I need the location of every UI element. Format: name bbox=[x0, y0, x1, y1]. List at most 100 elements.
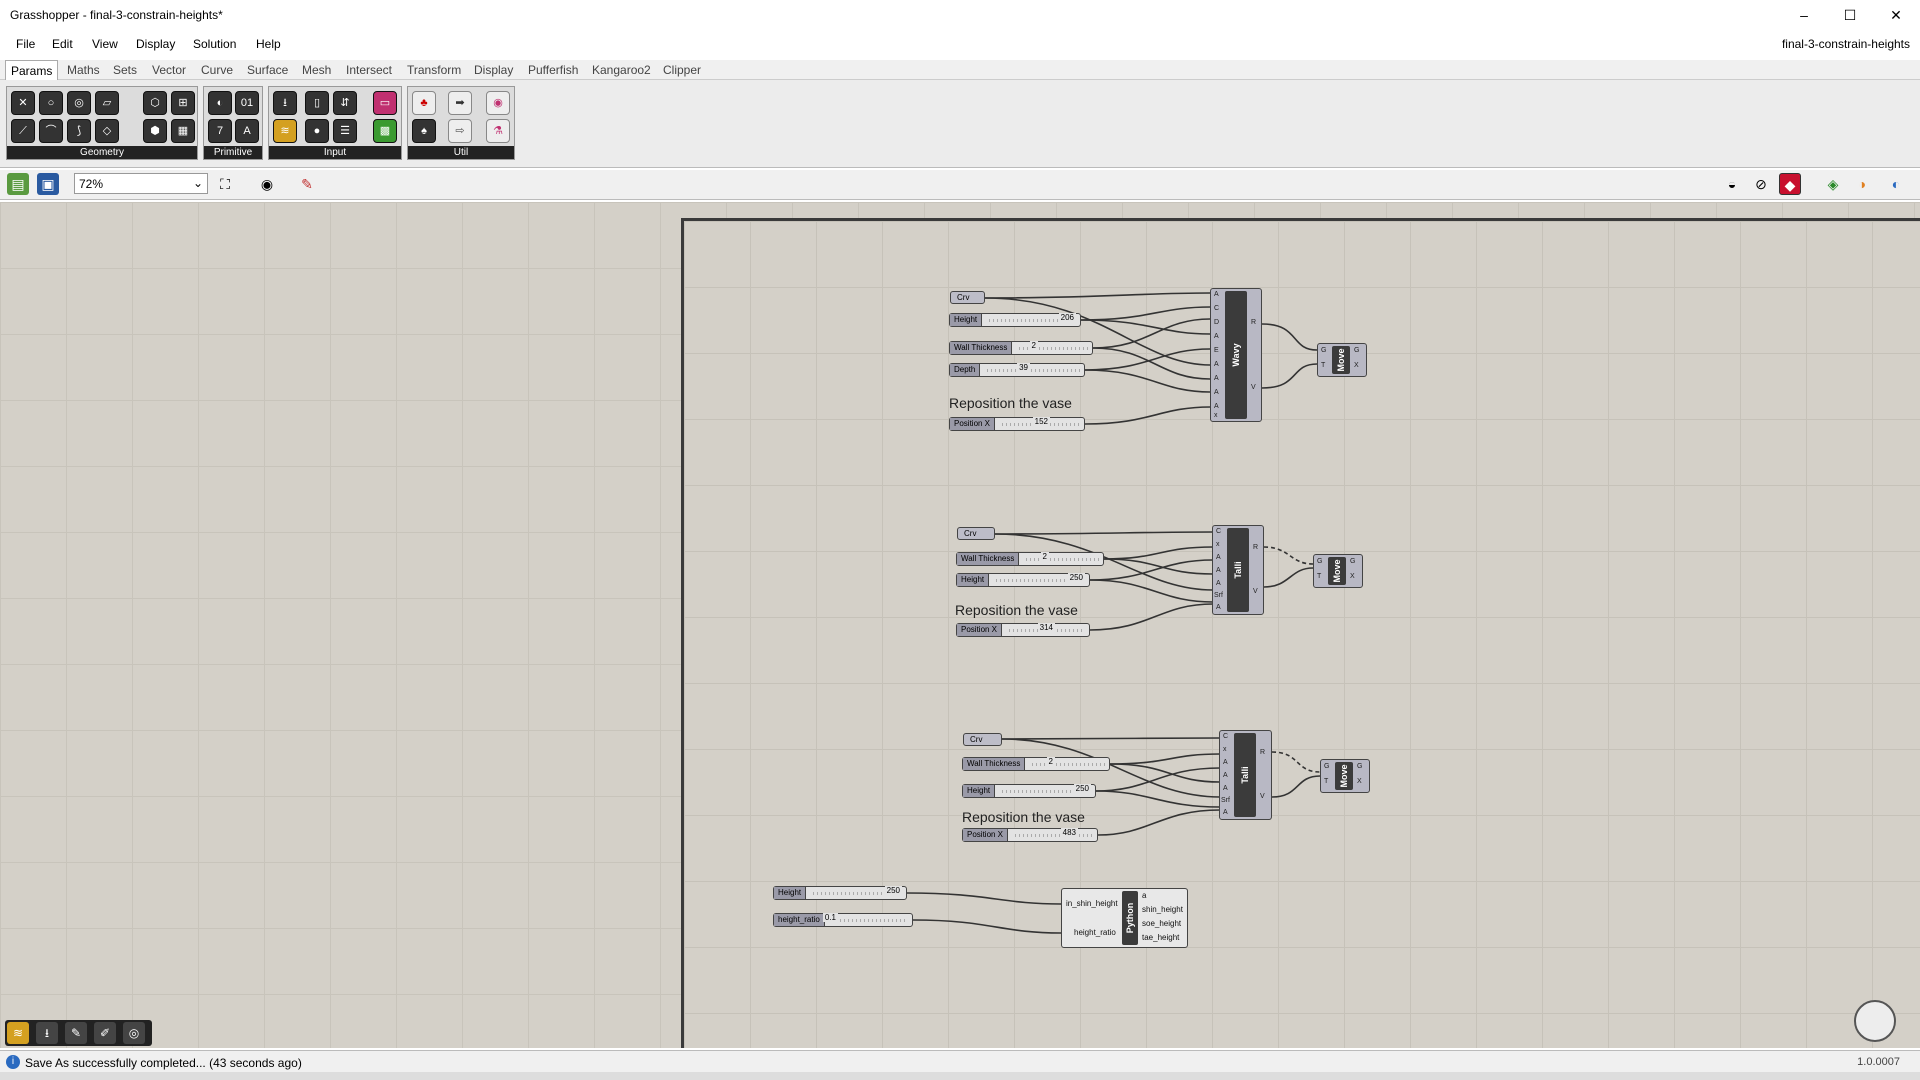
output-pin[interactable]: X bbox=[1350, 573, 1355, 580]
input-pin[interactable]: G bbox=[1317, 558, 1322, 565]
output-pin[interactable]: V bbox=[1251, 384, 1256, 391]
height-slider[interactable]: Height 250 bbox=[956, 572, 1090, 587]
output-pin[interactable]: R bbox=[1260, 749, 1265, 756]
output-pin[interactable]: shin_height bbox=[1142, 905, 1183, 914]
field-param-icon[interactable]: ⊞ bbox=[171, 91, 195, 115]
wire-preview-icon[interactable]: ⊘ bbox=[1750, 173, 1772, 195]
menu-solution[interactable]: Solution bbox=[193, 37, 236, 51]
brep-param-icon[interactable]: ⟆ bbox=[67, 119, 91, 143]
talli-component[interactable]: Talli C x A A A Srf A R V bbox=[1212, 525, 1264, 615]
button-input-icon[interactable]: ● bbox=[305, 119, 329, 143]
input-pin[interactable]: A bbox=[1223, 809, 1228, 816]
input-pin[interactable]: A bbox=[1214, 361, 1219, 368]
save-icon[interactable]: ▣ bbox=[37, 173, 59, 195]
crv-param[interactable]: Crv bbox=[950, 291, 985, 304]
menu-help[interactable]: Help bbox=[256, 37, 281, 51]
input-pin[interactable]: T bbox=[1321, 362, 1325, 369]
boolean-param-icon[interactable]: ◐ bbox=[208, 91, 232, 115]
input-pin[interactable]: T bbox=[1324, 778, 1328, 785]
input-pin[interactable]: x bbox=[1216, 541, 1220, 548]
grasshopper-canvas[interactable]: Crv Height 206 Wall Thickness 2 Depth 39… bbox=[0, 202, 1920, 1048]
input-pin[interactable]: A bbox=[1214, 291, 1219, 298]
python-component[interactable]: Python in_shin_height height_ratio a shi… bbox=[1061, 888, 1188, 948]
toggle-input-icon[interactable]: ▯ bbox=[305, 91, 329, 115]
move-component[interactable]: Move G T G X bbox=[1320, 759, 1370, 793]
point-param-icon[interactable]: ◇ bbox=[95, 119, 119, 143]
hint-arrow-icon[interactable]: ⇨ bbox=[448, 119, 472, 143]
zoom-select[interactable]: 72% ⌄ bbox=[74, 173, 208, 194]
input-pin[interactable]: A bbox=[1216, 580, 1221, 587]
tab-pufferfish[interactable]: Pufferfish bbox=[528, 63, 578, 77]
input-pin[interactable]: A bbox=[1216, 554, 1221, 561]
input-pin[interactable]: A bbox=[1214, 403, 1219, 410]
input-pin[interactable]: A bbox=[1223, 772, 1228, 779]
tab-mesh[interactable]: Mesh bbox=[302, 63, 331, 77]
height-ratio-slider[interactable]: height_ratio 0.1 bbox=[773, 912, 913, 927]
box-param-icon[interactable]: ⬢ bbox=[143, 119, 167, 143]
wall-thickness-slider[interactable]: Wall Thickness 2 bbox=[949, 340, 1093, 355]
input-pin[interactable]: x bbox=[1214, 412, 1218, 419]
output-pin[interactable]: R bbox=[1251, 319, 1256, 326]
text-param-icon[interactable]: A bbox=[235, 119, 259, 143]
move-component[interactable]: Move G T G X bbox=[1317, 343, 1367, 377]
input-pin[interactable]: Srf bbox=[1221, 797, 1230, 804]
close-button[interactable]: ✕ bbox=[1873, 0, 1919, 30]
input-pin[interactable]: C bbox=[1216, 528, 1221, 535]
height-slider[interactable]: Height 206 bbox=[949, 312, 1081, 327]
output-pin[interactable]: a bbox=[1142, 891, 1146, 900]
value-list-icon[interactable]: ⇵ bbox=[333, 91, 357, 115]
shaded-preview-icon[interactable]: ◒ bbox=[1721, 173, 1743, 195]
selected-preview-icon[interactable]: ◆ bbox=[1779, 173, 1801, 195]
data-input-icon[interactable]: ⭳ bbox=[273, 91, 297, 115]
input-pin[interactable]: x bbox=[1223, 746, 1227, 753]
output-pin[interactable]: X bbox=[1354, 362, 1359, 369]
tab-curve[interactable]: Curve bbox=[201, 63, 233, 77]
input-pin[interactable]: A bbox=[1216, 567, 1221, 574]
wall-thickness-slider[interactable]: Wall Thickness 2 bbox=[956, 551, 1104, 566]
colour-tool-icon[interactable]: ✎ bbox=[65, 1022, 87, 1044]
sketch-icon[interactable]: ✎ bbox=[296, 173, 318, 195]
tab-sets[interactable]: Sets bbox=[113, 63, 137, 77]
preview-eye-icon[interactable]: ◉ bbox=[256, 173, 278, 195]
menu-edit[interactable]: Edit bbox=[52, 37, 73, 51]
jump-icon[interactable]: ◉ bbox=[486, 91, 510, 115]
input-pin[interactable]: C bbox=[1223, 733, 1228, 740]
output-pin[interactable]: V bbox=[1253, 588, 1258, 595]
paint-tool-icon[interactable]: ✐ bbox=[94, 1022, 116, 1044]
surface-param-icon[interactable]: ▱ bbox=[95, 91, 119, 115]
input-pin[interactable]: E bbox=[1214, 347, 1219, 354]
input-pin[interactable]: Srf bbox=[1214, 592, 1223, 599]
position-x-slider[interactable]: Position X 483 bbox=[962, 827, 1098, 842]
input-pin[interactable]: A bbox=[1214, 333, 1219, 340]
line-param-icon[interactable]: ⟋ bbox=[11, 119, 35, 143]
minimize-button[interactable]: – bbox=[1781, 0, 1827, 30]
slider-tool-icon[interactable]: ≋ bbox=[7, 1022, 29, 1044]
input-pin[interactable]: height_ratio bbox=[1074, 928, 1116, 937]
depth-slider[interactable]: Depth 39 bbox=[949, 362, 1085, 377]
menu-file[interactable]: File bbox=[16, 37, 35, 51]
group-param-icon[interactable]: ▦ bbox=[171, 119, 195, 143]
input-pin[interactable]: A bbox=[1223, 785, 1228, 792]
gradient-input-icon[interactable]: ▭ bbox=[373, 91, 397, 115]
output-pin[interactable]: G bbox=[1350, 558, 1355, 565]
open-file-icon[interactable]: ▤ bbox=[7, 173, 29, 195]
panel-input-icon[interactable]: ☰ bbox=[333, 119, 357, 143]
tab-transform[interactable]: Transform bbox=[407, 63, 461, 77]
input-pin[interactable]: in_shin_height bbox=[1066, 899, 1118, 908]
maximize-button[interactable]: ☐ bbox=[1827, 0, 1873, 30]
relay-arrow-icon[interactable]: ➡ bbox=[448, 91, 472, 115]
output-pin[interactable]: G bbox=[1354, 347, 1359, 354]
number-param-icon[interactable]: 7 bbox=[208, 119, 232, 143]
output-pin[interactable]: X bbox=[1357, 778, 1362, 785]
display-mode-icon[interactable]: ◐ bbox=[1885, 173, 1907, 195]
compass-icon[interactable] bbox=[1854, 1000, 1896, 1042]
tab-params[interactable]: Params bbox=[5, 60, 59, 80]
geometry-param-icon[interactable]: ✕ bbox=[11, 91, 35, 115]
input-pin[interactable]: G bbox=[1324, 763, 1329, 770]
tab-clipper[interactable]: Clipper bbox=[663, 63, 701, 77]
cherry-picker-icon[interactable]: ♣ bbox=[412, 91, 436, 115]
wavy-component[interactable]: Wavy A C D A E A A A A x R V bbox=[1210, 288, 1262, 422]
input-pin[interactable]: A bbox=[1214, 389, 1219, 396]
curve-param-icon[interactable]: ◎ bbox=[67, 91, 91, 115]
curve-tool-icon[interactable]: ◎ bbox=[123, 1022, 145, 1044]
